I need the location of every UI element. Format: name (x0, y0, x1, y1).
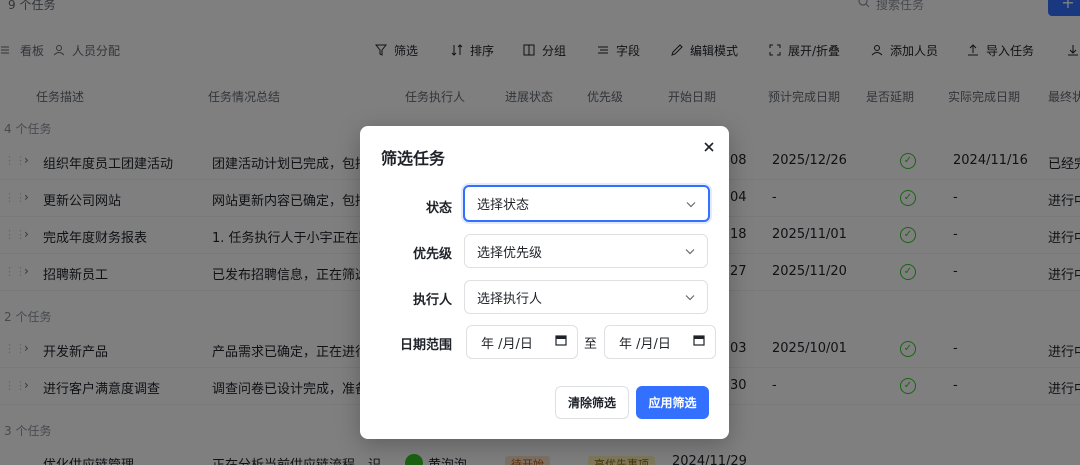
close-button[interactable] (700, 138, 718, 156)
status-select-value: 选择状态 (477, 198, 530, 213)
assignee-select[interactable]: 选择执行人 (464, 280, 708, 314)
range-separator: 至 (584, 337, 598, 352)
priority-label: 优先级 (412, 247, 452, 262)
close-icon (704, 142, 714, 152)
status-select[interactable]: 选择状态 (463, 185, 710, 222)
chevron-down-icon (685, 290, 695, 305)
filter-dialog: 筛选任务 状态 选择状态 优先级 选择优先级 执行人 选择执行人 日期范围 年 … (360, 126, 729, 439)
calendar-icon[interactable] (555, 334, 567, 350)
priority-select[interactable]: 选择优先级 (464, 234, 708, 268)
dialog-title: 筛选任务 (381, 149, 446, 168)
chevron-down-icon (686, 196, 696, 211)
apply-filter-button[interactable]: 应用筛选 (636, 386, 709, 419)
date-from-input[interactable]: 年 /月/日 (466, 325, 578, 359)
date-to-input[interactable]: 年 /月/日 (604, 325, 716, 359)
clear-filter-button[interactable]: 清除筛选 (555, 386, 629, 419)
assignee-select-value: 选择执行人 (477, 291, 543, 307)
status-label: 状态 (425, 201, 452, 216)
assignee-label: 执行人 (412, 293, 452, 308)
calendar-icon[interactable] (693, 334, 705, 350)
priority-select-value: 选择优先级 (477, 245, 543, 261)
chevron-down-icon (685, 244, 695, 259)
date-range-label: 日期范围 (399, 338, 452, 353)
